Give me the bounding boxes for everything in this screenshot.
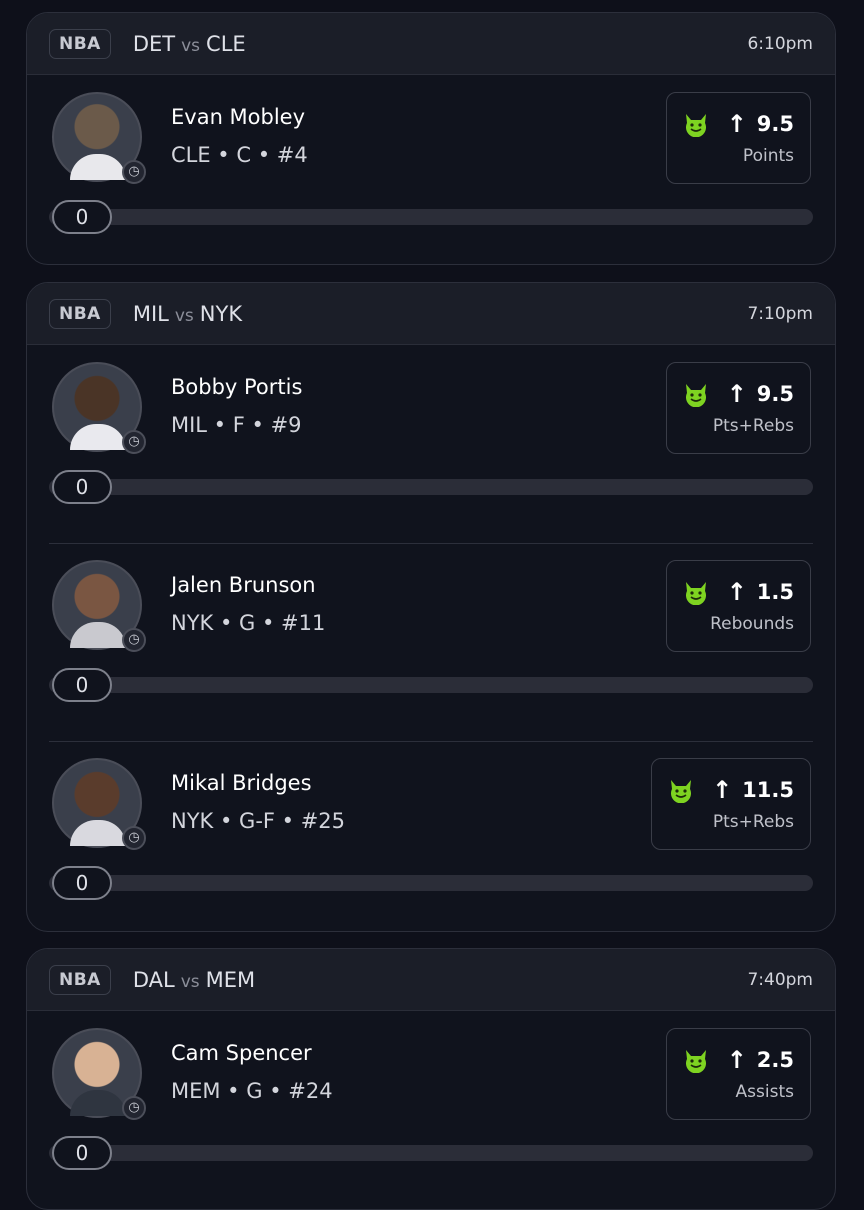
progress-value: 0 (52, 1136, 112, 1170)
line-value: 1.5 (756, 580, 794, 604)
league-badge: NBA (49, 298, 111, 329)
devil-face-icon (685, 384, 706, 407)
stat-type: Points (742, 146, 794, 166)
player-name: Jalen Brunson (171, 573, 316, 597)
game-header: NBA DAL vs MEM 7:40pm (27, 949, 835, 1011)
game-card[interactable]: NBA MIL vs NYK 7:10pm ◷ Bobby Portis MIL… (26, 282, 836, 932)
team-home: DAL (132, 967, 175, 992)
game-time: 7:40pm (747, 969, 813, 990)
player-row[interactable]: ◷ Evan Mobley CLE • C • #4 ↑ 9.5 Points … (27, 75, 835, 264)
clock-icon: ◷ (122, 430, 146, 454)
player-row[interactable]: ◷ Cam Spencer MEM • G • #24 ↑ 2.5 Assist… (27, 1011, 835, 1209)
arrow-up-icon: ↑ (726, 578, 747, 606)
vs-label: vs (180, 971, 200, 992)
arrow-up-icon: ↑ (726, 1046, 747, 1074)
game-header: NBA MIL vs NYK 7:10pm (27, 283, 835, 345)
pick-box[interactable]: ↑ 9.5 Pts+Rebs (665, 362, 811, 454)
league-badge: NBA (49, 28, 111, 59)
player-avatar: ◷ (52, 560, 146, 652)
team-home: MIL (132, 301, 169, 326)
team-away: NYK (199, 301, 243, 326)
arrow-up-icon: ↑ (726, 110, 747, 138)
player-row[interactable]: ◷ Mikal Bridges NYK • G-F • #25 ↑ 11.5 P… (27, 741, 835, 931)
player-avatar: ◷ (52, 758, 146, 850)
player-name: Cam Spencer (171, 1041, 312, 1065)
game-time: 7:10pm (747, 303, 813, 324)
progress-bar (49, 209, 813, 225)
line-value: 11.5 (742, 778, 794, 802)
player-meta: NYK • G-F • #25 (171, 809, 346, 833)
player-meta: NYK • G • #11 (171, 611, 326, 635)
vs-label: vs (174, 305, 194, 326)
jersey-graphic (70, 1090, 126, 1116)
stat-type: Pts+Rebs (712, 416, 794, 436)
progress-bar (49, 1145, 813, 1161)
jersey-graphic (70, 154, 126, 180)
player-row[interactable]: ◷ Bobby Portis MIL • F • #9 ↑ 9.5 Pts+Re… (27, 345, 835, 543)
clock-icon: ◷ (122, 826, 146, 850)
progress-value: 0 (52, 200, 112, 234)
line-value: 2.5 (756, 1048, 794, 1072)
arrow-up-icon: ↑ (712, 776, 733, 804)
vs-label: vs (181, 35, 201, 56)
line-value: 9.5 (756, 382, 794, 406)
game-time: 6:10pm (747, 33, 813, 54)
matchup: DAL vs MEM (133, 968, 255, 992)
game-card[interactable]: NBA DAL vs MEM 7:40pm ◷ Cam Spencer MEM … (26, 948, 836, 1210)
clock-icon: ◷ (122, 1096, 146, 1120)
jersey-graphic (70, 424, 126, 450)
progress-bar (49, 479, 813, 495)
matchup: MIL vs NYK (133, 302, 242, 326)
league-badge: NBA (49, 964, 111, 995)
devil-face-icon (671, 780, 692, 803)
jersey-graphic (70, 622, 126, 648)
stat-type: Rebounds (710, 614, 794, 634)
line-value: 9.5 (756, 112, 794, 136)
player-avatar: ◷ (52, 362, 146, 454)
pick-box[interactable]: ↑ 9.5 Points (665, 92, 811, 184)
pick-box[interactable]: ↑ 2.5 Assists (665, 1028, 811, 1120)
game-header: NBA DET vs CLE 6:10pm (27, 13, 835, 75)
progress-value: 0 (52, 470, 112, 504)
progress-bar (49, 677, 813, 693)
player-row[interactable]: ◷ Jalen Brunson NYK • G • #11 ↑ 1.5 Rebo… (27, 543, 835, 741)
progress-value: 0 (52, 668, 112, 702)
devil-face-icon (685, 1050, 706, 1073)
player-avatar: ◷ (52, 1028, 146, 1120)
stat-type: Pts+Rebs (712, 812, 794, 832)
matchup: DET vs CLE (133, 32, 246, 56)
team-home: DET (132, 31, 176, 56)
jersey-graphic (70, 820, 126, 846)
arrow-up-icon: ↑ (726, 380, 747, 408)
player-name: Evan Mobley (171, 105, 306, 129)
progress-value: 0 (52, 866, 112, 900)
player-meta: MEM • G • #24 (171, 1079, 333, 1103)
player-name: Bobby Portis (171, 375, 303, 399)
stat-type: Assists (735, 1082, 794, 1102)
team-away: MEM (205, 967, 256, 992)
devil-face-icon (685, 114, 706, 137)
player-avatar: ◷ (52, 92, 146, 184)
pick-box[interactable]: ↑ 1.5 Rebounds (665, 560, 811, 652)
player-meta: CLE • C • #4 (171, 143, 308, 167)
player-meta: MIL • F • #9 (171, 413, 302, 437)
progress-bar (49, 875, 813, 891)
devil-face-icon (685, 582, 706, 605)
clock-icon: ◷ (122, 160, 146, 184)
clock-icon: ◷ (122, 628, 146, 652)
team-away: CLE (206, 31, 246, 56)
pick-box[interactable]: ↑ 11.5 Pts+Rebs (651, 758, 811, 850)
game-card[interactable]: NBA DET vs CLE 6:10pm ◷ Evan Mobley CLE … (26, 12, 836, 265)
player-name: Mikal Bridges (171, 771, 312, 795)
